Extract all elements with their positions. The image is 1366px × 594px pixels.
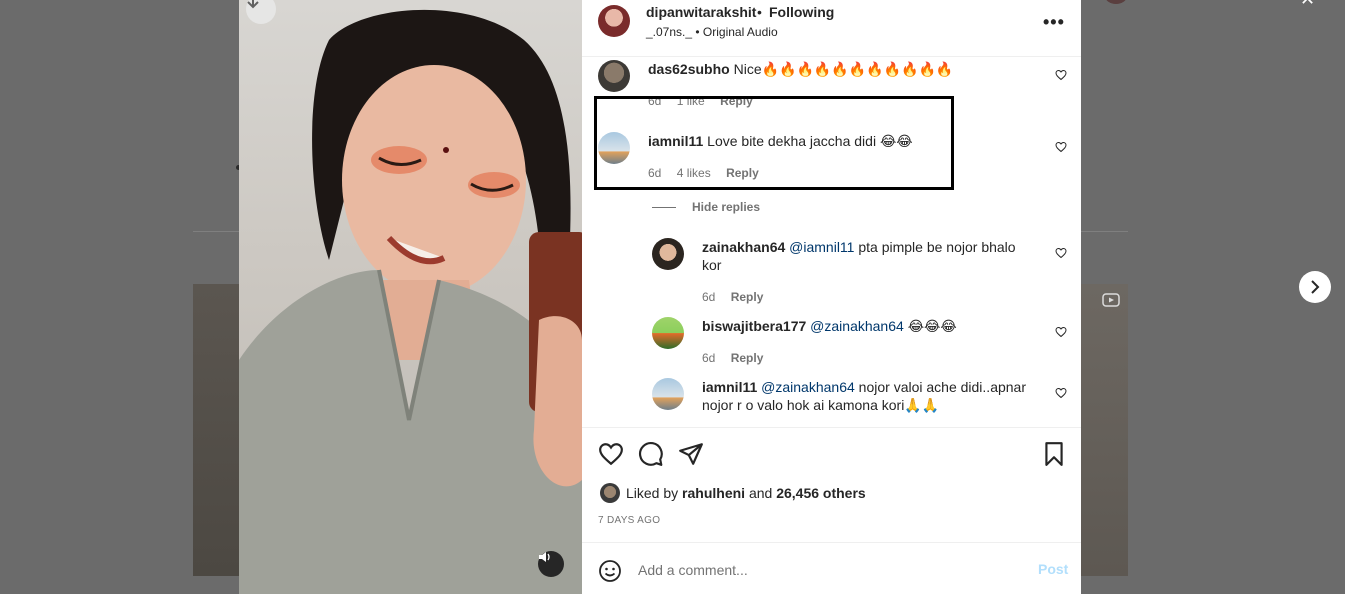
reply-text-continued: nojor r o valo hok ai kamona kori🙏🙏 bbox=[702, 397, 940, 413]
post-header: dipanwitarakshit • Following _.07ns._ • … bbox=[582, 0, 1081, 57]
reply: biswajitbera177 @zainakhan64 😂😂😂 bbox=[702, 317, 957, 335]
reply-text: pta pimple be nojor bhalo bbox=[858, 239, 1016, 255]
page-scrollbar[interactable] bbox=[1345, 0, 1366, 594]
reply-text: nojor valoi ache didi..apnar bbox=[858, 379, 1027, 395]
post-actions: Liked by rahulheni and 26,456 others 7 D… bbox=[582, 427, 1081, 542]
replies-divider bbox=[652, 207, 676, 209]
emoji-icon[interactable] bbox=[598, 559, 622, 583]
author-username[interactable]: dipanwitarakshit bbox=[646, 4, 756, 20]
following-button[interactable]: Following bbox=[769, 4, 834, 20]
hide-replies-button[interactable]: Hide replies bbox=[652, 200, 760, 214]
video-frame bbox=[239, 9, 582, 594]
post-video[interactable] bbox=[239, 0, 582, 594]
hide-replies-label: Hide replies bbox=[692, 200, 761, 214]
comment-avatar[interactable] bbox=[598, 60, 630, 92]
comment-icon[interactable] bbox=[638, 441, 664, 467]
comment-text: Nice🔥🔥🔥🔥🔥🔥🔥🔥🔥🔥🔥 bbox=[733, 61, 954, 77]
reply-button[interactable]: Reply bbox=[731, 351, 764, 365]
header-separator: • bbox=[757, 4, 762, 20]
reply-avatar[interactable] bbox=[652, 238, 684, 270]
author-avatar[interactable] bbox=[598, 5, 630, 37]
add-comment-bar: Post bbox=[582, 542, 1081, 594]
likes-and: and bbox=[748, 485, 773, 501]
like-heart-icon[interactable] bbox=[598, 441, 624, 467]
comment-input[interactable] bbox=[638, 560, 1018, 580]
reply-username[interactable]: zainakhan64 bbox=[702, 239, 785, 255]
reply-button[interactable]: Reply bbox=[731, 290, 764, 304]
like-reply-heart-icon[interactable] bbox=[1055, 247, 1067, 259]
more-options-button[interactable]: ••• bbox=[1043, 12, 1065, 33]
post-comment-button[interactable]: Post bbox=[1038, 561, 1068, 577]
liker-username[interactable]: rahulheni bbox=[682, 485, 745, 501]
reply-username[interactable]: biswajitbera177 bbox=[702, 318, 806, 334]
reply-meta: 6d Reply bbox=[702, 351, 775, 365]
next-post-button[interactable] bbox=[1299, 271, 1331, 303]
reply-avatar[interactable] bbox=[652, 378, 684, 410]
post-details-panel: dipanwitarakshit • Following _.07ns._ • … bbox=[582, 0, 1081, 594]
likes-others[interactable]: 26,456 others bbox=[776, 485, 866, 501]
share-icon[interactable] bbox=[678, 441, 704, 467]
audio-link[interactable]: _.07ns._ • Original Audio bbox=[646, 25, 778, 39]
reply-meta: 6d Reply bbox=[702, 290, 775, 304]
like-reply-heart-icon[interactable] bbox=[1055, 387, 1067, 399]
reply-username[interactable]: iamnil11 bbox=[702, 379, 757, 395]
audio-toggle-button[interactable] bbox=[538, 551, 564, 577]
post-time: 7 DAYS AGO bbox=[598, 515, 661, 526]
reply-mention[interactable]: @zainakhan64 bbox=[761, 379, 855, 395]
reply-mention[interactable]: @zainakhan64 bbox=[810, 318, 904, 334]
chevron-right-icon bbox=[1311, 280, 1320, 294]
reply-text: 😂😂😂 bbox=[907, 318, 957, 334]
download-icon bbox=[247, 0, 259, 9]
liker-avatar bbox=[600, 483, 620, 503]
save-bookmark-icon[interactable] bbox=[1041, 441, 1067, 467]
reply: iamnil11 @zainakhan64 nojor valoi ache d… bbox=[702, 378, 1042, 414]
background-thumbnail-right bbox=[1081, 284, 1128, 576]
background-thumbnail-left bbox=[193, 284, 239, 576]
reel-icon bbox=[1102, 293, 1120, 307]
reply-avatar[interactable] bbox=[652, 317, 684, 349]
speaker-icon bbox=[539, 552, 550, 562]
reply-text-continued: kor bbox=[702, 257, 722, 273]
like-reply-heart-icon[interactable] bbox=[1055, 326, 1067, 338]
reply: zainakhan64 @iamnil11 pta pimple be nojo… bbox=[702, 238, 1032, 274]
like-comment-heart-icon[interactable] bbox=[1055, 69, 1067, 81]
like-comment-heart-icon[interactable] bbox=[1055, 141, 1067, 153]
likes-prefix: Liked by bbox=[626, 485, 679, 501]
highlight-annotation-box bbox=[594, 96, 954, 190]
reply-mention[interactable]: @iamnil11 bbox=[789, 239, 854, 255]
reply-age: 6d bbox=[702, 290, 716, 304]
close-icon[interactable]: ✕ bbox=[1300, 0, 1326, 8]
comment-username[interactable]: das62subho bbox=[648, 61, 730, 77]
comment: das62subho Nice🔥🔥🔥🔥🔥🔥🔥🔥🔥🔥🔥 bbox=[648, 60, 953, 78]
likes-summary[interactable]: Liked by rahulheni and 26,456 others bbox=[600, 483, 866, 503]
reply-age: 6d bbox=[702, 351, 716, 365]
